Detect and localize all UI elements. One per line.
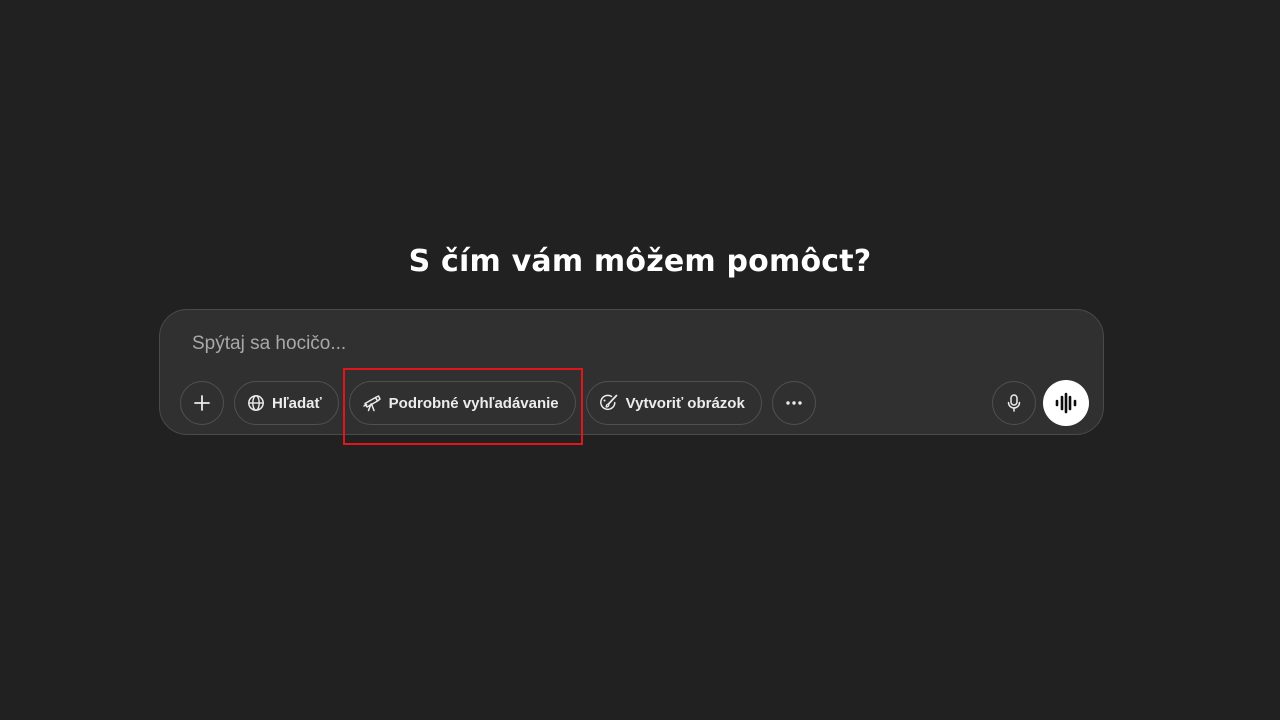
globe-icon [248, 395, 264, 411]
voice-mode-button[interactable] [1043, 380, 1089, 426]
prompt-input[interactable] [192, 330, 1052, 358]
create-image-button[interactable]: Vytvoriť obrázok [585, 381, 762, 425]
search-button-label: Hľadať [272, 394, 322, 412]
voice-waveform-icon [1055, 392, 1077, 414]
create-image-button-label: Vytvoriť obrázok [625, 394, 745, 412]
dictate-button[interactable] [992, 381, 1036, 425]
prompt-composer: Hľadať Podrobné vyhľadávanie V [159, 309, 1104, 435]
composer-toolbar: Hľadať Podrobné vyhľadávanie Vytvoriť ob… [180, 380, 816, 426]
composer-right-tools [992, 380, 1089, 426]
page: S čím vám môžem pomôct? Hľadať [0, 0, 1280, 720]
more-tools-button[interactable] [771, 381, 816, 425]
search-button[interactable]: Hľadať [234, 381, 339, 425]
plus-icon [194, 395, 210, 411]
deep-research-button-label: Podrobné vyhľadávanie [388, 394, 559, 412]
more-horizontal-icon [786, 401, 802, 405]
add-attachment-button[interactable] [180, 381, 224, 425]
image-brush-icon [599, 394, 618, 411]
telescope-icon [362, 395, 381, 412]
deep-research-button[interactable]: Podrobné vyhľadávanie [348, 381, 576, 425]
microphone-icon [1007, 394, 1021, 412]
page-title: S čím vám môžem pomôct? [408, 244, 872, 279]
